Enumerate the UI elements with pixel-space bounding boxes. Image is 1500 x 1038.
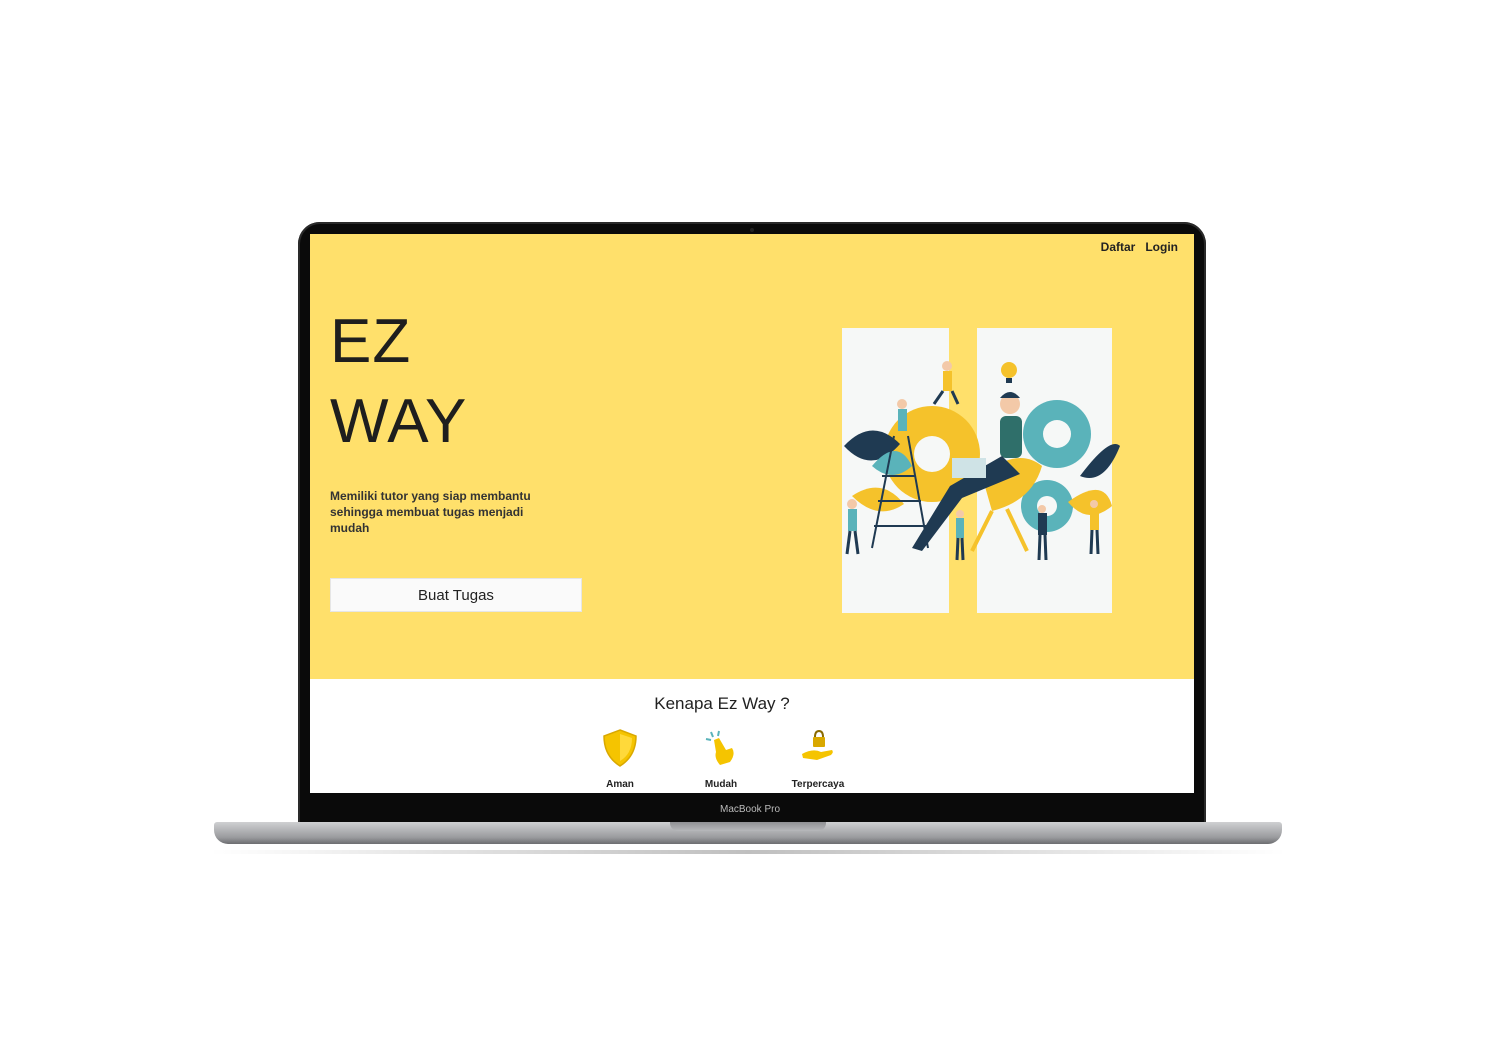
feature-label: Terpercaya	[791, 779, 845, 790]
top-nav: Daftar Login	[1101, 240, 1178, 254]
laptop-screen: Daftar Login EZ WAY Memiliki tutor yang …	[310, 234, 1194, 793]
hand-lock-icon	[802, 729, 833, 760]
camera-dot	[750, 228, 754, 232]
brand-line-2: WAY	[330, 387, 468, 456]
nav-login-link[interactable]: Login	[1145, 240, 1178, 254]
tap-hand-icon	[705, 730, 734, 765]
brand-title: EZ WAY	[330, 302, 467, 462]
laptop-base-notch	[670, 822, 826, 831]
hero-illustration	[842, 328, 1120, 613]
feature-aman: Aman	[580, 728, 660, 790]
feature-label: Mudah	[704, 779, 738, 790]
why-section-title: Kenapa Ez Way ?	[654, 694, 790, 713]
nav-daftar-link[interactable]: Daftar	[1101, 240, 1136, 254]
feature-mudah: Mudah	[681, 728, 761, 790]
buat-tugas-button[interactable]: Buat Tugas	[330, 578, 582, 612]
brand-line-1: EZ	[330, 307, 412, 376]
feature-label: Aman	[606, 779, 634, 790]
hero-tagline: Memiliki tutor yang siap membantu sehing…	[330, 489, 531, 535]
laptop-base-shadow	[210, 850, 1286, 854]
hero-section: Daftar Login EZ WAY Memiliki tutor yang …	[310, 234, 1194, 679]
laptop-model-label: MacBook Pro	[719, 804, 781, 815]
shield-icon	[603, 729, 637, 767]
feature-terpercaya: Terpercaya	[778, 728, 858, 790]
